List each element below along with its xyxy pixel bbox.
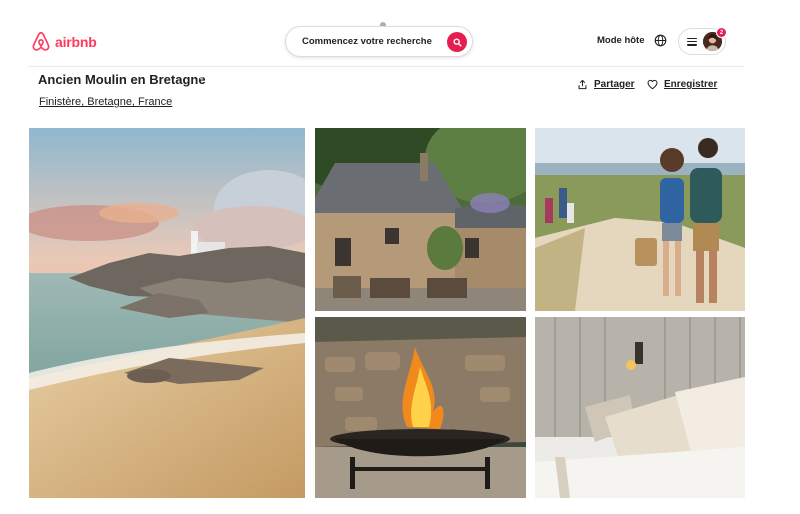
search-bar[interactable]: Commencez votre recherche bbox=[285, 26, 473, 57]
save-button[interactable]: Enregistrer bbox=[647, 79, 717, 90]
heart-icon bbox=[647, 79, 658, 90]
listing-title: Ancien Moulin en Bretagne bbox=[38, 72, 206, 87]
language-button[interactable] bbox=[654, 34, 667, 47]
airbnb-logo[interactable]: airbnb bbox=[31, 31, 97, 52]
globe-icon bbox=[654, 34, 667, 47]
host-mode-link[interactable]: Mode hôte bbox=[597, 35, 645, 46]
beach-path-walk-photo[interactable] bbox=[535, 128, 745, 311]
airbnb-logo-icon bbox=[32, 31, 50, 51]
fire-pit-photo[interactable] bbox=[315, 317, 526, 498]
coast-lighthouse-photo[interactable] bbox=[29, 128, 305, 498]
listing-location-link[interactable]: Finistère, Bretagne, France bbox=[39, 96, 172, 108]
stone-house-terrace-photo[interactable] bbox=[315, 128, 526, 311]
save-label: Enregistrer bbox=[664, 79, 718, 90]
notification-badge: 2 bbox=[716, 27, 727, 38]
logo-text: airbnb bbox=[55, 33, 97, 50]
share-icon bbox=[578, 79, 587, 90]
share-button[interactable]: Partager bbox=[577, 79, 635, 90]
title-separator-dot bbox=[200, 77, 203, 80]
search-label: Commencez votre recherche bbox=[302, 36, 432, 47]
share-label: Partager bbox=[594, 79, 635, 90]
header-divider bbox=[28, 66, 744, 67]
search-icon bbox=[452, 37, 462, 47]
top-navigation: airbnb Commencez votre recherche Mode hô… bbox=[0, 0, 800, 66]
bedroom-pillows-photo[interactable] bbox=[535, 317, 745, 498]
menu-icon bbox=[687, 37, 697, 46]
search-button[interactable] bbox=[447, 32, 467, 52]
